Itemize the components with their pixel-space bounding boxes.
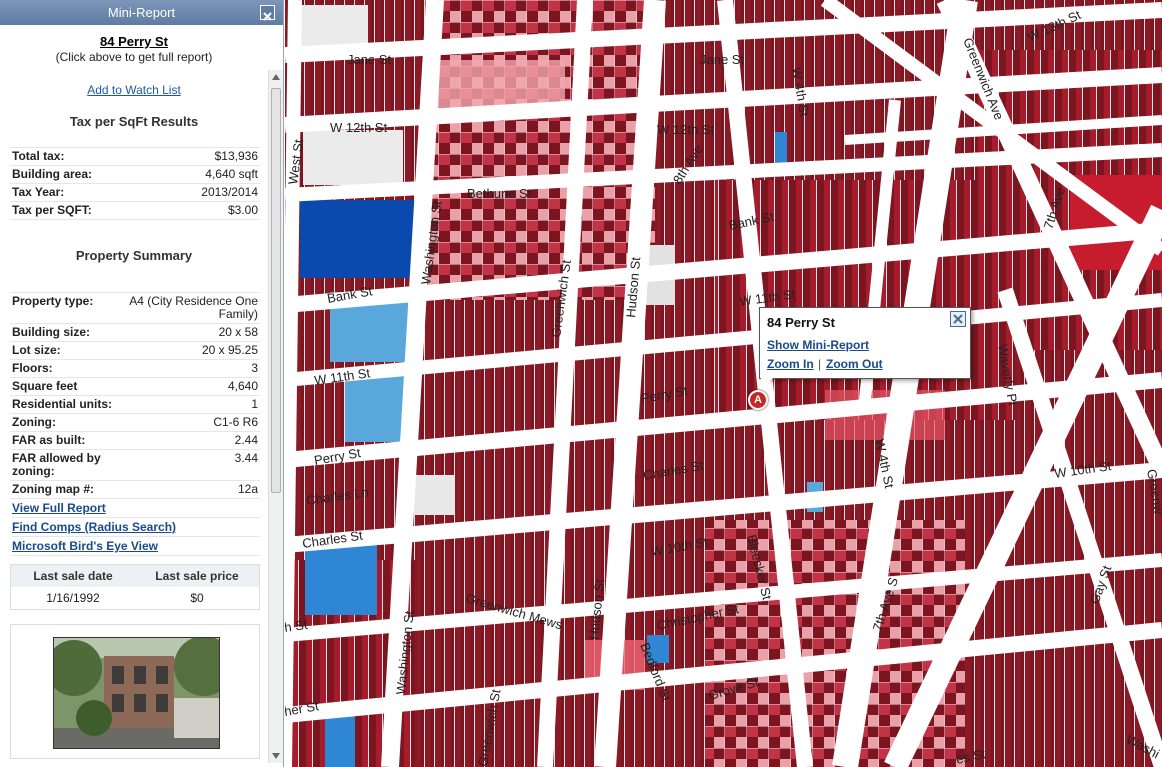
scroll-down-arrow-icon[interactable] xyxy=(272,753,280,759)
row-key: Residential units: xyxy=(12,397,113,411)
panel-header: Mini-Report xyxy=(0,0,283,25)
tax-table: Total tax: $13,936 Building area: 4,640 sq… xyxy=(10,147,260,220)
street-label: Jane St xyxy=(700,52,744,67)
row-value: 12a xyxy=(237,482,258,496)
table-row: Tax per SQFT: $3.00 xyxy=(10,202,260,220)
panel-scrollbar[interactable] xyxy=(268,70,283,763)
row-key: Zoning: xyxy=(12,415,56,429)
table-row: Lot size: 20 x 95.25 xyxy=(10,342,260,360)
row-key: Lot size: xyxy=(12,343,61,357)
street-label: Bethune St xyxy=(467,186,532,201)
row-key: Zoning map #: xyxy=(12,482,94,496)
address-hint: (Click above to get full report) xyxy=(55,50,213,64)
row-value: $3.00 xyxy=(227,203,258,217)
map-canvas[interactable]: Jane St Jane St W 13th St Greenwich Ave … xyxy=(285,0,1162,767)
sale-value-row: 1/16/1992 $0 xyxy=(11,587,259,609)
location-marker[interactable]: A xyxy=(748,390,768,410)
summary-section-title: Property Summary xyxy=(75,248,193,263)
sale-price-header: Last sale price xyxy=(155,569,239,583)
zoom-in-link[interactable]: Zoom In xyxy=(767,357,814,371)
report-links: View Full Report Find Comps (Radius Sear… xyxy=(12,499,260,556)
row-value: 4,640 xyxy=(227,379,258,393)
property-photo[interactable] xyxy=(53,637,220,749)
scroll-up-arrow-icon[interactable] xyxy=(272,74,280,80)
row-key: Building size: xyxy=(12,325,90,339)
row-key: Total tax: xyxy=(12,149,65,163)
close-icon[interactable] xyxy=(950,311,966,327)
find-comps-link[interactable]: Find Comps (Radius Search) xyxy=(12,518,260,537)
row-key: FAR allowed by zoning: xyxy=(12,451,101,478)
street-label: W 12th St xyxy=(657,122,714,137)
row-value: C1-6 R6 xyxy=(213,415,258,429)
row-value: 3.44 xyxy=(234,451,258,465)
last-sale-table: Last sale date Last sale price 1/16/1992… xyxy=(10,564,260,610)
table-row: Building size: 20 x 58 xyxy=(10,324,260,342)
zoom-out-link[interactable]: Zoom Out xyxy=(826,357,883,371)
row-value: $13,936 xyxy=(214,149,258,163)
row-value: 3 xyxy=(251,361,258,375)
row-key: Building area: xyxy=(12,167,93,181)
sale-date-value: 1/16/1992 xyxy=(46,591,100,605)
table-row: Floors: 3 xyxy=(10,360,260,378)
sale-header-row: Last sale date Last sale price xyxy=(11,565,259,587)
add-to-watch-list-link[interactable]: Add to Watch List xyxy=(0,83,268,97)
map-popup: 84 Perry St Show Mini-Report Zoom In | Z… xyxy=(759,307,971,379)
table-row: FAR as built: 2.44 xyxy=(10,432,260,450)
table-row: Total tax: $13,936 xyxy=(10,148,260,166)
popup-title: 84 Perry St xyxy=(767,315,835,330)
popup-separator: | xyxy=(818,357,822,371)
birds-eye-view-link[interactable]: Microsoft Bird's Eye View xyxy=(12,537,260,556)
row-key: Tax Year: xyxy=(12,185,65,199)
scroll-thumb[interactable] xyxy=(271,88,281,493)
row-key: FAR as built: xyxy=(12,433,86,447)
row-value: 2013/2014 xyxy=(201,185,258,199)
view-full-report-link[interactable]: View Full Report xyxy=(12,499,260,518)
table-row: Residential units: 1 xyxy=(10,396,260,414)
row-value: 4,640 sqft xyxy=(205,167,258,181)
row-value: 1 xyxy=(251,397,258,411)
sale-price-value: $0 xyxy=(190,591,204,605)
close-icon[interactable] xyxy=(260,5,275,21)
popup-pointer xyxy=(761,378,773,390)
address-link[interactable]: 84 Perry St xyxy=(0,34,268,49)
row-value: 20 x 58 xyxy=(218,325,258,339)
panel-body[interactable]: 84 Perry St (Click above to get full rep… xyxy=(0,25,268,767)
panel-title: Mini-Report xyxy=(107,5,176,20)
table-row: Building area: 4,640 sqft xyxy=(10,166,260,184)
table-row: Square feet 4,640 xyxy=(10,378,260,396)
tax-section-title: Tax per SqFt Results xyxy=(69,114,199,129)
table-row: Tax Year: 2013/2014 xyxy=(10,184,260,202)
table-row: FAR allowed by zoning: 3.44 xyxy=(10,450,260,481)
table-row: Zoning: C1-6 R6 xyxy=(10,414,260,432)
row-key: Tax per SQFT: xyxy=(12,203,92,217)
row-key: Square feet xyxy=(12,379,78,393)
photo-container xyxy=(10,624,260,759)
row-value: A4 (City Residence One Family) xyxy=(129,294,258,321)
table-row: Zoning map #: 12a xyxy=(10,481,260,499)
row-value: 2.44 xyxy=(234,433,258,447)
parcel-map[interactable]: Jane St Jane St W 13th St Greenwich Ave … xyxy=(285,0,1162,767)
summary-table: Property type: A4 (City Residence One Fam… xyxy=(10,292,260,499)
row-key: Property type: xyxy=(12,294,94,308)
show-mini-report-link[interactable]: Show Mini-Report xyxy=(767,338,869,352)
street-label: Jane St xyxy=(347,52,391,67)
table-row: Property type: A4 (City Residence One Fam… xyxy=(10,293,260,324)
mini-report-panel: Mini-Report 84 Perry St (Click above to … xyxy=(0,0,284,767)
row-value: 20 x 95.25 xyxy=(201,343,258,357)
sale-date-header: Last sale date xyxy=(33,569,113,583)
row-key: Floors: xyxy=(12,361,53,375)
street-label: W 12th St xyxy=(330,120,387,135)
